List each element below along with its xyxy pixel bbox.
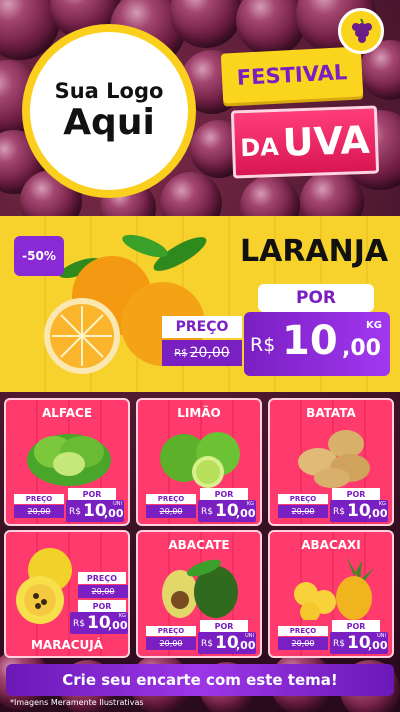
product-card-batata[interactable]: BATATA PREÇO 20,00 POR R$ 10 ,00 KG (268, 398, 394, 526)
product-name: LIMÃO (177, 406, 221, 420)
price-tag: PREÇO 20,00 POR R$ 10 ,00 KG (22, 572, 132, 634)
logo-placeholder: Sua Logo Aqui (22, 24, 196, 198)
price-tag: PREÇO 20,00 POR R$ 10 ,00 UNI (146, 620, 256, 654)
product-name: ABACAXI (301, 538, 361, 552)
grape-icon (338, 8, 384, 54)
product-name: ABACATE (168, 538, 230, 552)
festival-da-label: DA (239, 132, 280, 163)
product-card-abacaxi[interactable]: ABACAXI PREÇO 20,00 POR R$ 10 ,00 UNI (268, 530, 394, 658)
por-label: POR (332, 620, 380, 632)
price-decimal: ,00 (236, 507, 256, 520)
pineapple-image (294, 556, 374, 620)
old-price: 20,00 (278, 505, 328, 518)
old-price-box: PREÇO R$ 20,00 (162, 316, 242, 372)
old-price: 20,00 (189, 345, 230, 361)
price-decimal: ,00 (342, 336, 381, 361)
old-price: 20,00 (14, 505, 64, 518)
preco-label: PREÇO (278, 494, 328, 504)
lettuce-image (27, 434, 111, 486)
price-unit: KG (366, 320, 382, 331)
price-tag: PREÇO 20,00 POR R$ 10 ,00 KG (278, 488, 388, 522)
product-name: ALFACE (41, 406, 93, 420)
logo-text-line1: Sua Logo (54, 79, 164, 103)
price-currency: R$ (73, 619, 85, 629)
por-label: POR (332, 488, 380, 500)
festival-banner: FESTIVAL DA UVA (218, 46, 380, 190)
create-flyer-button[interactable]: Crie seu encarte com este tema! (6, 664, 394, 696)
price-currency: R$ (69, 507, 81, 517)
por-label: POR (200, 488, 248, 500)
festival-label: FESTIVAL (220, 46, 364, 104)
avocado-image (162, 559, 238, 618)
old-price: 20,00 (146, 637, 196, 650)
feature-price-box: R$ 10 ,00 KG (244, 312, 390, 376)
por-label: POR (78, 600, 126, 612)
preco-label: PREÇO (278, 626, 328, 636)
old-price: 20,00 (278, 637, 328, 650)
product-card-maracuja[interactable]: PREÇO 20,00 POR R$ 10 ,00 KG MARACUJÁ (4, 530, 130, 658)
festival-uva-label: UVA (281, 117, 371, 165)
product-card-limao[interactable]: LIMÃO PREÇO 20,00 POR R$ 10 ,00 KG (136, 398, 262, 526)
old-price: 20,00 (78, 585, 128, 598)
preco-label: PREÇO (14, 494, 64, 504)
price-integer: 10 (282, 318, 338, 364)
price-unit: UNI (113, 501, 122, 507)
preco-label: PREÇO (78, 572, 126, 584)
price-currency: R$ (333, 639, 345, 649)
product-name: MARACUJÁ (30, 638, 104, 652)
product-card-abacate[interactable]: ABACATE PREÇO 20,00 POR R$ 10 ,00 UNI (136, 530, 262, 658)
price-unit: KG (118, 613, 126, 619)
preco-label: PREÇO (146, 494, 196, 504)
old-price: 20,00 (146, 505, 196, 518)
disclaimer: *Imagens Meramente Ilustrativas (10, 698, 144, 707)
product-name: BATATA (306, 406, 356, 420)
logo-text-line2: Aqui (63, 102, 155, 143)
preco-label: PREÇO (146, 626, 196, 636)
price-currency: R$ (250, 334, 276, 356)
lime-image (160, 432, 240, 488)
por-label: POR (258, 284, 374, 312)
discount-badge: -50% (14, 236, 64, 276)
price-unit: UNI (245, 633, 254, 639)
price-unit: KG (246, 501, 254, 507)
feature-product-name: LARANJA (240, 234, 389, 269)
por-label: POR (200, 620, 248, 632)
price-decimal: ,00 (236, 639, 256, 652)
price-unit: UNI (377, 633, 386, 639)
por-label: POR (68, 488, 116, 500)
potato-image (298, 430, 370, 488)
product-card-alface[interactable]: ALFACE PREÇO 20,00 POR R$ 10 ,00 UNI (4, 398, 130, 526)
price-decimal: ,00 (104, 507, 124, 520)
price-tag: PREÇO 20,00 POR R$ 10 ,00 UNI (278, 620, 388, 654)
price-currency: R$ (333, 507, 345, 517)
price-decimal: ,00 (108, 619, 128, 632)
price-decimal: ,00 (368, 507, 388, 520)
preco-label: PREÇO (162, 316, 242, 338)
price-tag: PREÇO 20,00 POR R$ 10 ,00 KG (146, 488, 256, 522)
price-decimal: ,00 (368, 639, 388, 652)
old-price-currency: R$ (174, 347, 188, 359)
price-currency: R$ (201, 639, 213, 649)
price-unit: KG (378, 501, 386, 507)
price-tag: PREÇO 20,00 POR R$ 10 ,00 UNI (14, 488, 124, 522)
price-currency: R$ (201, 507, 213, 517)
